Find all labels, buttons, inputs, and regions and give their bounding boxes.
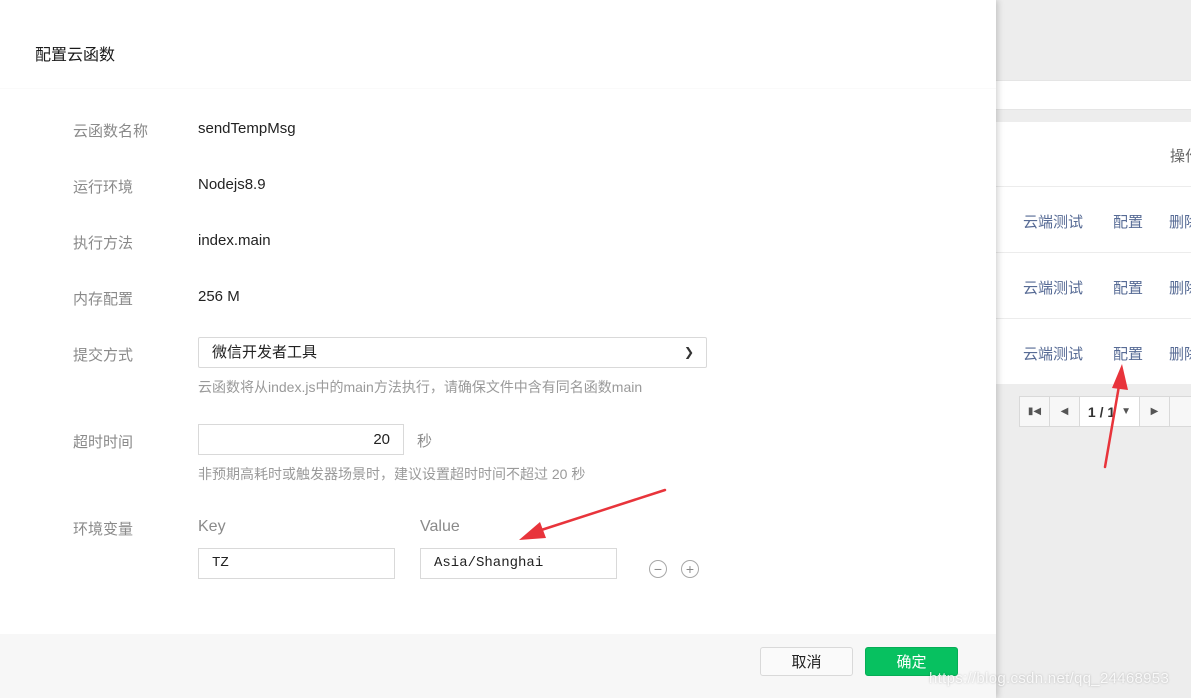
pagination: ▮◀ ◀ 1 / 1 ▼ ▶	[1019, 396, 1191, 427]
minus-circle-icon[interactable]: −	[649, 560, 667, 578]
submit-method-select[interactable]: 微信开发者工具 ❯	[198, 337, 707, 368]
cancel-button[interactable]: 取消	[760, 647, 853, 676]
memory-label: 内存配置	[73, 291, 134, 308]
divider	[0, 88, 996, 89]
submit-method-selected: 微信开发者工具	[212, 344, 318, 361]
submit-method-hint: 云函数将从index.js中的main方法执行，请确保文件中含有同名函数main	[198, 379, 643, 395]
watermark: https://blog.csdn.net/qq_24468953	[929, 670, 1170, 687]
timeout-hint: 非预期高耗时或触发器场景时，建议设置超时时间不超过 20 秒	[198, 466, 586, 482]
config-link[interactable]: 配置	[1113, 211, 1143, 232]
page-indicator: 1 / 1	[1087, 403, 1116, 420]
config-link[interactable]: 配置	[1113, 343, 1143, 364]
env-value-input[interactable]: Asia/Shanghai	[420, 548, 617, 579]
delete-link[interactable]: 删除	[1169, 343, 1191, 364]
runtime-label: 运行环境	[73, 179, 134, 196]
function-name-value: sendTempMsg	[198, 120, 296, 137]
delete-link[interactable]: 删除	[1169, 211, 1191, 232]
memory-value: 256 M	[198, 288, 240, 305]
timeout-unit: 秒	[417, 433, 433, 450]
search-bar-strip	[996, 80, 1191, 110]
timeout-label: 超时时间	[73, 434, 134, 451]
submit-method-label: 提交方式	[73, 347, 134, 364]
table-row: 云端测试 配置 删除	[996, 252, 1191, 318]
config-link[interactable]: 配置	[1113, 277, 1143, 298]
timeout-input[interactable]: 20	[198, 424, 404, 455]
cloud-test-link[interactable]: 云端测试	[1023, 343, 1083, 364]
config-function-dialog: 配置云函数 云函数名称 sendTempMsg 运行环境 Nodejs8.9 执…	[0, 0, 996, 698]
next-page-icon[interactable]: ▶	[1140, 397, 1170, 426]
plus-circle-icon[interactable]: +	[681, 560, 699, 578]
page-select[interactable]: 1 / 1 ▼	[1080, 397, 1140, 426]
env-value-header: Value	[420, 518, 460, 535]
first-page-icon[interactable]: ▮◀	[1020, 397, 1050, 426]
env-key-input[interactable]: TZ	[198, 548, 395, 579]
runtime-value: Nodejs8.9	[198, 176, 266, 193]
table-header-actions: 操作	[1170, 148, 1191, 165]
table-row: 云端测试 配置 删除	[996, 318, 1191, 384]
handler-label: 执行方法	[73, 235, 134, 252]
table-row: 云端测试 配置 删除	[996, 186, 1191, 252]
handler-value: index.main	[198, 232, 271, 249]
dialog-title: 配置云函数	[35, 47, 116, 64]
chevron-down-icon: ▼	[1121, 406, 1132, 417]
cloud-test-link[interactable]: 云端测试	[1023, 211, 1083, 232]
env-vars-label: 环境变量	[73, 521, 134, 538]
env-key-header: Key	[198, 518, 226, 535]
function-name-label: 云函数名称	[73, 123, 149, 140]
cloud-test-link[interactable]: 云端测试	[1023, 277, 1083, 298]
chevron-down-icon: ❯	[683, 345, 694, 359]
prev-page-icon[interactable]: ◀	[1050, 397, 1080, 426]
delete-link[interactable]: 删除	[1169, 277, 1191, 298]
